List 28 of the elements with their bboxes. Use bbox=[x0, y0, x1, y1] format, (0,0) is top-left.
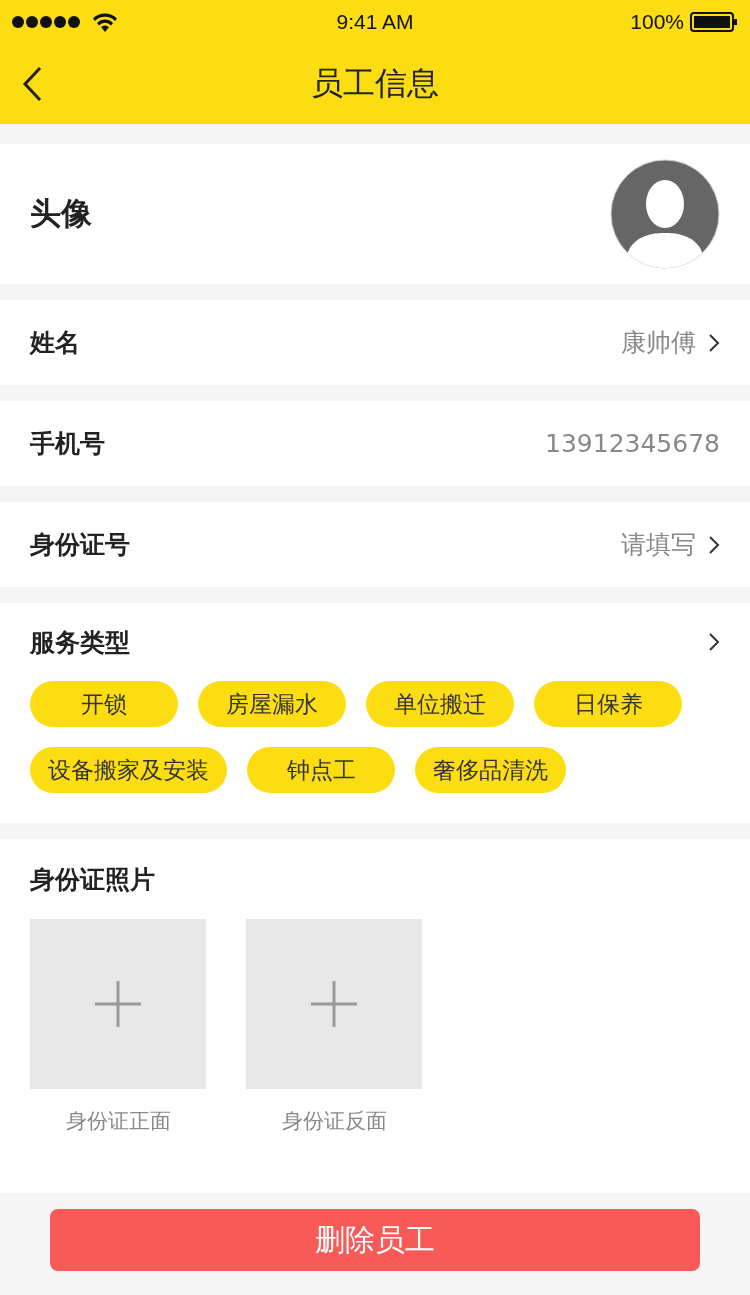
service-tag: 钟点工 bbox=[247, 747, 395, 793]
field-label: 姓名 bbox=[30, 327, 80, 359]
field-label: 身份证号 bbox=[30, 529, 130, 561]
service-label: 服务类型 bbox=[30, 626, 130, 659]
service-tag: 开锁 bbox=[30, 681, 178, 727]
avatar-icon[interactable] bbox=[610, 159, 720, 269]
service-tag: 设备搬家及安装 bbox=[30, 747, 227, 793]
field-label: 手机号 bbox=[30, 428, 105, 460]
avatar-label: 头像 bbox=[30, 194, 92, 233]
service-tag: 单位搬迁 bbox=[366, 681, 514, 727]
service-tag: 奢侈品清洗 bbox=[415, 747, 566, 793]
delete-button[interactable]: 删除员工 bbox=[50, 1209, 700, 1271]
page-title: 员工信息 bbox=[311, 63, 439, 104]
field-value[interactable]: 请填写 bbox=[621, 528, 696, 561]
wifi-icon bbox=[92, 12, 118, 32]
battery-percent: 100% bbox=[630, 10, 684, 34]
plus-icon bbox=[309, 979, 359, 1029]
status-time: 9:41 AM bbox=[336, 10, 414, 34]
photo-caption: 身份证正面 bbox=[65, 1108, 171, 1135]
plus-icon bbox=[93, 979, 143, 1029]
field-value: 13912345678 bbox=[545, 429, 720, 458]
battery-icon bbox=[690, 12, 738, 32]
service-tag: 日保养 bbox=[534, 681, 682, 727]
photo-label: 身份证照片 bbox=[30, 863, 155, 896]
service-tag: 房屋漏水 bbox=[198, 681, 346, 727]
field-value[interactable]: 康帅傅 bbox=[621, 326, 696, 359]
photo-caption: 身份证反面 bbox=[281, 1108, 387, 1135]
signal-icon bbox=[12, 16, 82, 28]
